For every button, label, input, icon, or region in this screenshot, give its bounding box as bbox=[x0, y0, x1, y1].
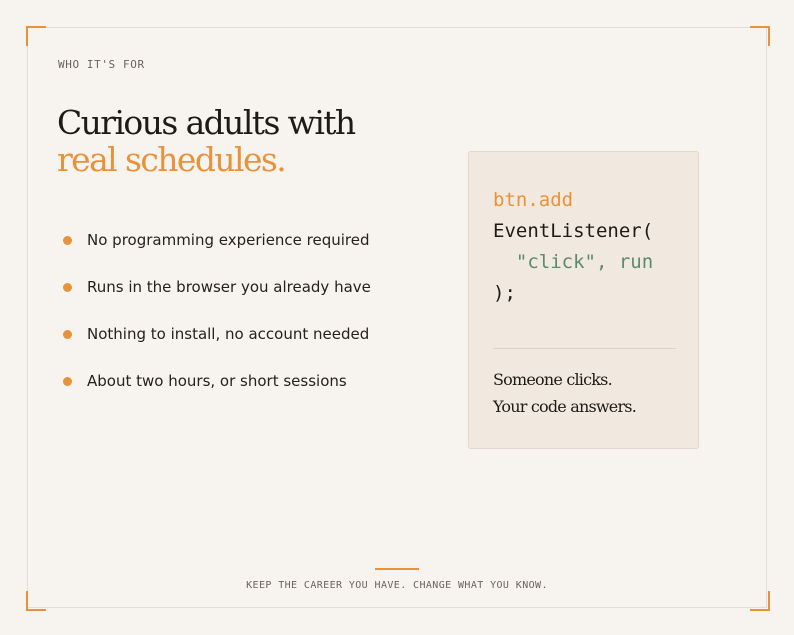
code-caption: Someone clicks. Your code answers. bbox=[493, 366, 637, 420]
code-line: ); bbox=[493, 282, 516, 304]
feature-item: About two hours, or short sessions bbox=[63, 369, 371, 416]
feature-text: About two hours, or short sessions bbox=[87, 372, 347, 390]
caption-line-1: Someone clicks. bbox=[493, 370, 613, 389]
feature-text: Nothing to install, no account needed bbox=[87, 325, 370, 343]
title-line-2-highlight: real schedules. bbox=[57, 140, 287, 179]
feature-item: No programming experience required bbox=[63, 228, 371, 275]
feature-item: Runs in the browser you already have bbox=[63, 275, 371, 322]
footer-accent-rule bbox=[375, 568, 419, 570]
title-line-1: Curious adults with bbox=[57, 103, 356, 142]
corner-mark-bottom-right bbox=[750, 591, 770, 611]
code-snippet: btn.add EventListener( "click", run ); bbox=[493, 185, 653, 309]
corner-mark-bottom-left bbox=[26, 591, 46, 611]
feature-text: Runs in the browser you already have bbox=[87, 278, 371, 296]
code-line: "click", run bbox=[493, 251, 654, 273]
section-eyebrow: WHO IT'S FOR bbox=[58, 58, 145, 71]
feature-list: No programming experience required Runs … bbox=[63, 228, 371, 416]
code-example-card: btn.add EventListener( "click", run ); S… bbox=[468, 151, 699, 449]
bullet-dot-icon bbox=[63, 377, 72, 386]
corner-mark-top-left bbox=[26, 26, 46, 46]
page-title: Curious adults with real schedules. bbox=[57, 103, 356, 179]
feature-item: Nothing to install, no account needed bbox=[63, 322, 371, 369]
footer-tagline: KEEP THE CAREER YOU HAVE. CHANGE WHAT YO… bbox=[246, 580, 548, 591]
code-line: btn.add bbox=[493, 189, 574, 211]
bullet-dot-icon bbox=[63, 236, 72, 245]
caption-line-2: Your code answers. bbox=[493, 397, 637, 416]
feature-text: No programming experience required bbox=[87, 231, 370, 249]
bullet-dot-icon bbox=[63, 330, 72, 339]
bullet-dot-icon bbox=[63, 283, 72, 292]
card-divider bbox=[493, 348, 676, 349]
corner-mark-top-right bbox=[750, 26, 770, 46]
code-line: EventListener( bbox=[493, 220, 654, 242]
